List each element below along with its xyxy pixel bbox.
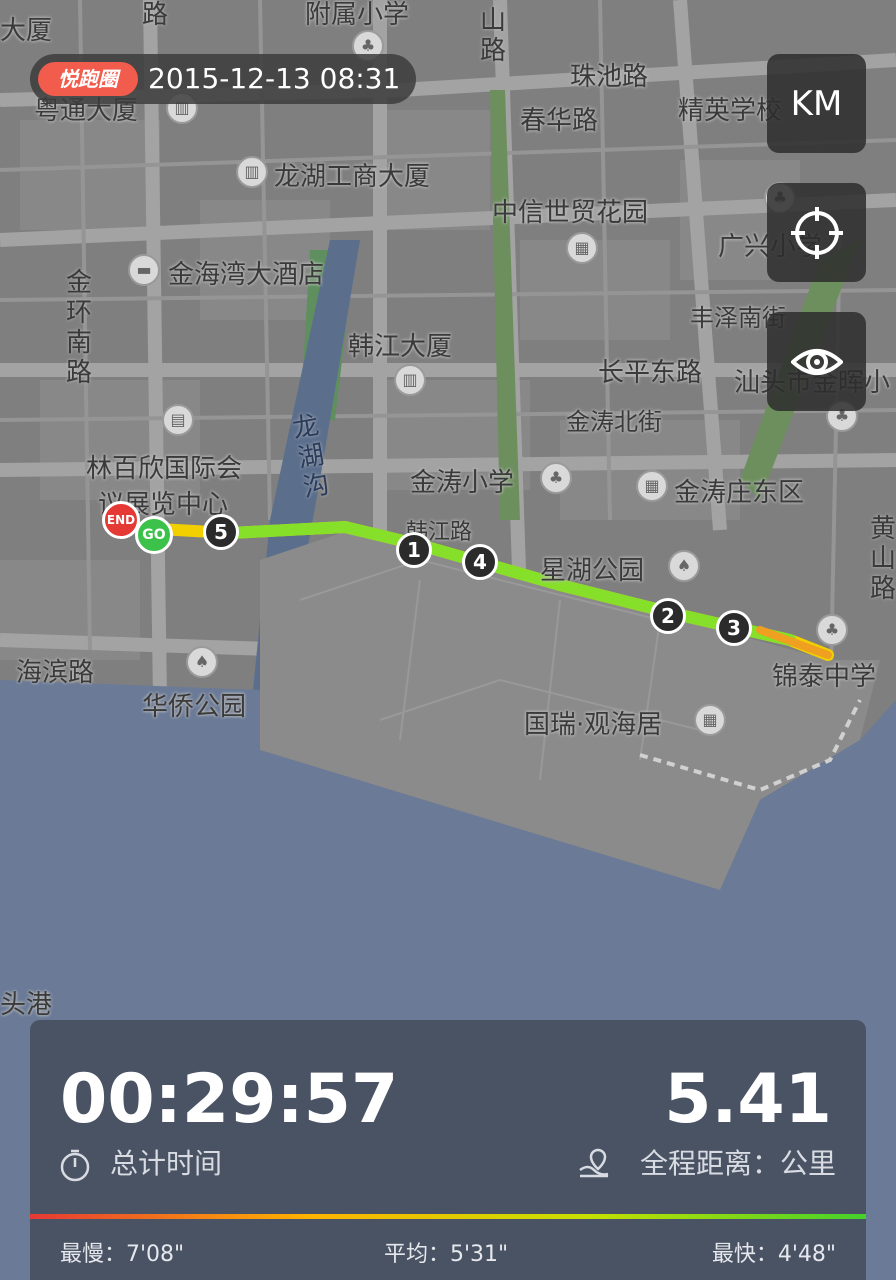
building-icon: ▥ <box>236 156 268 188</box>
distance-label: 全程距离：公里 <box>639 1147 836 1180</box>
km-marker-5[interactable]: 5 <box>203 514 239 550</box>
map-label: 锦泰中学 <box>772 662 877 692</box>
run-datetime: 2015-12-13 08:31 <box>148 62 401 95</box>
map-label: 金海湾大酒店 <box>168 260 325 290</box>
map-label: 海滨路 <box>16 658 95 688</box>
map-label: 金涛庄东区 <box>674 478 805 508</box>
km-marker-3[interactable]: 3 <box>716 610 752 646</box>
school-icon: ♣ <box>540 462 572 494</box>
map-label: 金环南路 <box>65 268 92 388</box>
map-label: 山路 <box>479 6 506 66</box>
map-label: 黄山路 <box>869 514 896 604</box>
residence-icon: ▦ <box>694 704 726 736</box>
museum-icon: ▤ <box>162 404 194 436</box>
stopwatch-icon <box>60 1149 90 1182</box>
map-label: 春华路 <box>520 106 599 136</box>
distance-value: 5.41 <box>664 1060 832 1139</box>
map-label: 星湖公园 <box>540 556 645 586</box>
unit-label: KM <box>790 84 843 124</box>
map-label: 附属小学 <box>305 0 410 30</box>
unit-toggle-button[interactable]: KM <box>767 54 866 153</box>
map-label: 韩江大厦 <box>348 332 453 362</box>
run-stats-panel: 00:29:57 5.41 总计时间 全程距离：公里 最慢：7'08" 平均：5… <box>30 1020 866 1280</box>
park-icon: ♠ <box>186 646 218 678</box>
fastest-pace: 最快：4'48" <box>711 1242 836 1267</box>
residence-icon: ▦ <box>636 470 668 502</box>
map-label: 珠池路 <box>570 62 649 92</box>
average-pace: 平均：5'31" <box>384 1242 509 1267</box>
km-marker-1[interactable]: 1 <box>396 532 432 568</box>
map-label: 金涛小学 <box>410 468 515 498</box>
map-label: 国瑞·观海居 <box>524 710 663 740</box>
map-label: 林百欣国际会 <box>86 454 243 484</box>
map-label: 路 <box>141 0 168 30</box>
map-label: 龙湖工商大厦 <box>274 162 431 192</box>
total-time-value: 00:29:57 <box>60 1060 399 1139</box>
map-label: 华侨公园 <box>142 692 247 722</box>
map-label: 头港 <box>0 990 53 1020</box>
run-info-header: 悦跑圈 2015-12-13 08:31 <box>30 54 416 104</box>
map-label: 金涛北街 <box>566 408 662 436</box>
view-toggle-button[interactable] <box>767 312 866 411</box>
km-marker-4[interactable]: 4 <box>462 544 498 580</box>
km-marker-2[interactable]: 2 <box>650 598 686 634</box>
building-icon: ▥ <box>394 364 426 396</box>
route-distance-icon <box>579 1148 609 1178</box>
start-marker[interactable]: GO <box>135 516 173 554</box>
map-label: 长平东路 <box>598 358 703 388</box>
map-label: 大厦 <box>0 16 53 46</box>
pace-gradient-bar <box>30 1214 866 1219</box>
eye-icon <box>791 349 843 375</box>
residence-icon: ▦ <box>566 232 598 264</box>
total-time-label: 总计时间 <box>110 1147 223 1180</box>
hotel-icon: ▬ <box>128 254 160 286</box>
map-label: 中信世贸花园 <box>492 198 649 228</box>
app-logo: 悦跑圈 <box>38 62 138 96</box>
park-icon: ♠ <box>668 550 700 582</box>
crosshair-icon <box>791 207 843 259</box>
school-icon: ♣ <box>816 614 848 646</box>
locate-button[interactable] <box>767 183 866 282</box>
slowest-pace: 最慢：7'08" <box>60 1242 185 1267</box>
